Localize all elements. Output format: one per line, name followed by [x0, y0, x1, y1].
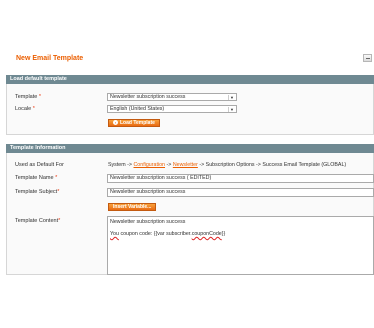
- section-header-load-default: Load default template: [6, 75, 374, 84]
- template-subject-label: Template Subject*: [15, 189, 60, 195]
- arrow-right-icon: ›: [113, 120, 118, 126]
- template-label: Template *: [15, 94, 41, 100]
- template-content-textarea[interactable]: Newsletter subscription success You coup…: [107, 216, 374, 275]
- used-as-default-label: Used as Default For: [15, 162, 64, 168]
- configuration-link[interactable]: Configuration: [133, 162, 165, 168]
- newsletter-link[interactable]: Newsletter: [173, 162, 198, 168]
- template-subject-input[interactable]: Newsletter subscription success: [107, 188, 374, 197]
- load-template-button[interactable]: › Load Template: [108, 119, 160, 127]
- template-name-input[interactable]: Newsletter subscription success ( EDITED…: [107, 174, 374, 183]
- template-content-label: Template Content*: [15, 218, 61, 224]
- content-line-1: Newsletter subscription success: [110, 219, 186, 225]
- locale-label: Locale *: [15, 106, 35, 112]
- content-line-2: You coupon code: {{var subscriber.coupon…: [110, 231, 226, 237]
- section-header-template-info: Template Information: [6, 144, 374, 153]
- template-select[interactable]: Newsletter subscription success ▼: [107, 93, 237, 101]
- used-as-default-path: System -> Configuration -> Newsletter ->…: [108, 162, 347, 168]
- insert-variable-button[interactable]: Insert Variable...: [108, 203, 157, 211]
- collapse-button[interactable]: [363, 54, 372, 62]
- chevron-down-icon: ▼: [228, 107, 235, 112]
- chevron-down-icon: ▼: [228, 95, 235, 100]
- template-name-label: Template Name *: [15, 175, 58, 181]
- page-title: New Email Template: [16, 55, 84, 62]
- locale-select[interactable]: English (United States) ▼: [107, 105, 237, 113]
